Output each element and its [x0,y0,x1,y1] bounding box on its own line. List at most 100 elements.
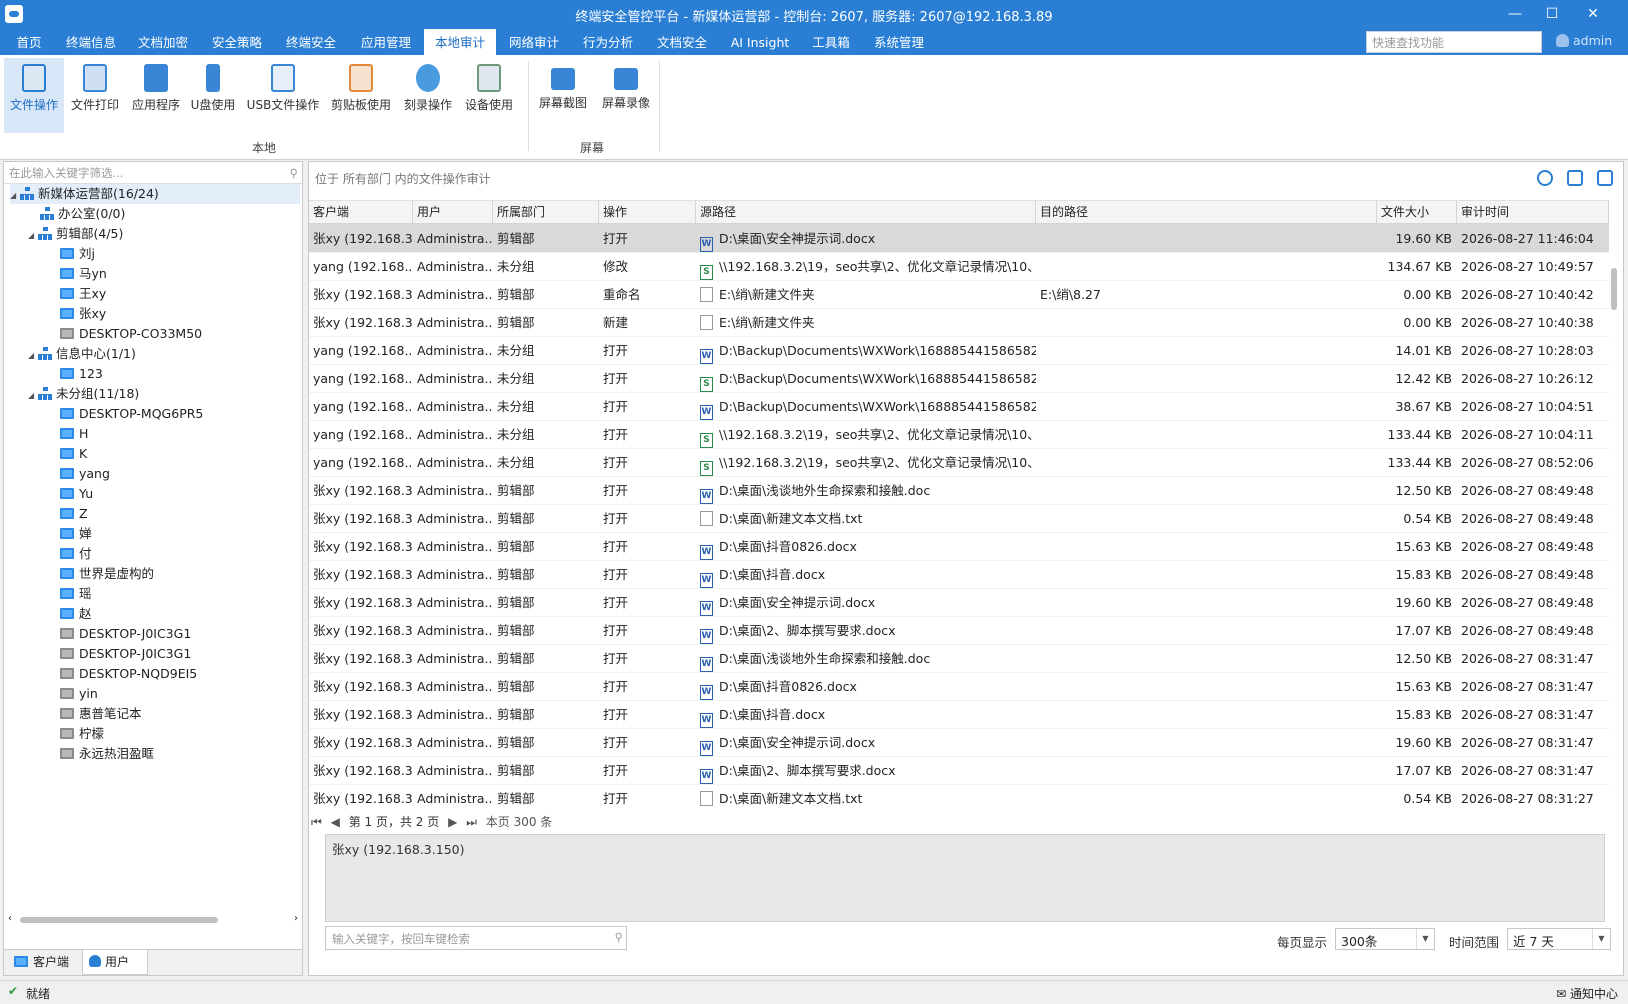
close-button[interactable]: ✕ [1578,4,1608,24]
tree-node-group[interactable]: ◢ 未分组(11/18) [28,384,139,404]
tree-node-computer[interactable]: yin [60,684,98,704]
table-row[interactable]: yang (192.168.... Administra... 未分组 打开 W D:\B… [309,336,1609,365]
tree-node-computer[interactable]: 婵 [60,524,92,544]
tree-node-computer[interactable]: 王xy [60,284,106,304]
notification-center-button[interactable]: ✉ 通知中心 [1556,985,1618,1002]
screenshot-button[interactable]: 屏幕截图 [533,58,593,133]
tree-horizontal-scrollbar[interactable]: ‹ › [6,913,300,927]
menu-item[interactable]: 终端信息 [60,29,122,55]
table-row[interactable]: 张xy (192.168.3... Administra... 剪辑部 打开 WD:\桌… [309,560,1609,589]
table-row[interactable]: 张xy (192.168.3... Administra... 剪辑部 打开 WD:\桌… [309,700,1609,729]
table-row[interactable]: 张xy (192.168.3... Administra... 剪辑部 打开 WD:\桌… [309,728,1609,757]
table-vertical-scrollbar[interactable] [1607,262,1621,811]
menu-item[interactable]: 首页 [4,29,54,55]
column-header[interactable]: 客户端 [309,201,413,224]
export-icon[interactable] [1567,170,1583,186]
device-usage-button[interactable]: 设备使用 [460,58,518,133]
time-range-select[interactable]: 近 7 天 ▼ [1507,928,1611,950]
table-row[interactable]: 张xy (192.168.3... Administra... 剪辑部 重命名 E:\绡… [309,280,1609,309]
expand-arrow-icon[interactable]: ◢ [28,386,38,406]
search-icon[interactable]: ⚲ [615,930,623,944]
table-row[interactable]: yang (192.168.... Administra... 未分组 打开 S D:\B… [309,364,1609,393]
search-icon[interactable]: ⚲ [290,166,298,180]
table-row[interactable]: 张xy (192.168.3... Administra... 剪辑部 打开 WD:\桌… [309,588,1609,617]
usb-drive-button[interactable]: U盘使用 [187,58,239,133]
file-operation-button[interactable]: 文件操作 [4,58,64,133]
first-page-button[interactable]: ⏮ [311,815,322,829]
table-row[interactable]: 张xy (192.168.3... Administra... 剪辑部 打开 D:\桌面… [309,784,1609,811]
menu-item[interactable]: 安全策略 [206,29,268,55]
tree-node-computer[interactable]: 赵 [60,604,92,624]
tree-node-group[interactable]: 办公室(0/0) [30,204,125,224]
tree-node-computer[interactable]: Z [60,504,88,524]
table-row[interactable]: 张xy (192.168.3... Administra... 剪辑部 打开 WD:\桌… [309,476,1609,505]
menu-item-local-audit[interactable]: 本地审计 [424,29,496,55]
tree-node-group[interactable]: ◢ 剪辑部(4/5) [28,224,123,244]
menu-item[interactable]: 行为分析 [577,29,639,55]
tree-node-computer[interactable]: 马yn [60,264,107,284]
expand-arrow-icon[interactable]: ◢ [28,346,38,366]
tree-node-computer[interactable]: 世界是虚构的 [60,564,154,584]
table-row[interactable]: yang (192.168.... Administra... 未分组 修改 S \\19… [309,252,1609,281]
tree-node-computer[interactable]: 付 [60,544,92,564]
next-page-button[interactable]: ▶ [448,815,457,829]
menu-item[interactable]: 工具箱 [805,29,857,55]
share-icon[interactable] [1597,170,1613,186]
table-row[interactable]: 张xy (192.168.3... Administra... 剪辑部 打开 WD:\桌… [309,672,1609,701]
column-header[interactable]: 文件大小 [1377,201,1457,224]
tree-node-computer[interactable]: DESKTOP-CO33M50 [60,324,202,344]
scroll-left-icon[interactable]: ‹ [8,913,12,924]
file-print-button[interactable]: 文件打印 [66,58,124,133]
tree-node-computer[interactable]: 刘j [60,244,95,264]
table-row[interactable]: yang (192.168.... Administra... 未分组 打开 S \\19… [309,448,1609,477]
table-row[interactable]: 张xy (192.168.3... Administra... 剪辑部 打开 WD:\桌… [309,756,1609,785]
menu-item[interactable]: 文档安全 [651,29,713,55]
tree-node-computer[interactable]: yang [60,464,110,484]
column-header[interactable]: 用户 [413,201,493,224]
tree-node-computer[interactable]: 张xy [60,304,106,324]
prev-page-button[interactable]: ◀ [331,815,340,829]
table-row[interactable]: 张xy (192.168.3... Administra... 剪辑部 打开 D:\桌面… [309,504,1609,533]
tree-node-computer[interactable]: K [60,444,87,464]
tree-node-computer[interactable]: 瑶 [60,584,92,604]
menu-item[interactable]: 文档加密 [132,29,194,55]
chevron-down-icon[interactable]: ▼ [1592,929,1610,949]
tree-node-computer[interactable]: 惠普笔记本 [60,704,142,724]
menu-item[interactable]: 网络审计 [503,29,565,55]
tab-clients[interactable]: 客户端 [8,950,78,975]
tree-node-group[interactable]: ◢ 信息中心(1/1) [28,344,136,364]
menu-item[interactable]: 终端安全 [280,29,342,55]
tree-node-root[interactable]: ◢ 新媒体运营部(16/24) [10,184,300,204]
table-row[interactable]: 张xy (192.168.3... Administra... 剪辑部 打开 WD:\桌… [309,644,1609,673]
column-header[interactable]: 源路径 [696,201,1036,224]
burn-operation-button[interactable]: 刻录操作 [399,58,457,133]
minimize-button[interactable]: — [1500,4,1530,24]
chevron-down-icon[interactable]: ▼ [1416,929,1434,949]
screen-recording-button[interactable]: 屏幕录像 [596,58,656,133]
per-page-select[interactable]: 300条 ▼ [1335,928,1435,950]
tree-node-computer[interactable]: 永远热泪盈眶 [60,744,154,764]
menu-item[interactable]: 系统管理 [866,29,932,55]
table-row[interactable]: 张xy (192.168.3... Administra... 剪辑部 新建 E:\绡\… [309,308,1609,337]
tree-node-computer[interactable]: 123 [60,364,103,384]
menu-item[interactable]: 应用管理 [355,29,417,55]
last-page-button[interactable]: ⏭ [466,815,477,829]
tree-node-computer[interactable]: 柠檬 [60,724,104,744]
column-header[interactable]: 所属部门 [493,201,599,224]
table-row[interactable]: yang (192.168.... Administra... 未分组 打开 S \\19… [309,420,1609,449]
scrollbar-thumb[interactable] [20,917,218,923]
tree-node-computer[interactable]: DESKTOP-J0IC3G1 [60,624,191,644]
menu-item[interactable]: AI Insight [724,29,796,55]
expand-arrow-icon[interactable]: ◢ [10,186,20,206]
tree-node-computer[interactable]: DESKTOP-MQG6PR5 [60,404,203,424]
usb-file-operation-button[interactable]: USB文件操作 [243,58,323,133]
user-menu[interactable]: admin [1556,33,1612,48]
column-header[interactable]: 审计时间 [1457,201,1609,224]
tree-node-computer[interactable]: H [60,424,88,444]
tree-node-computer[interactable]: DESKTOP-NQD9EI5 [60,664,197,684]
tree-node-computer[interactable]: Yu [60,484,93,504]
quick-search-input[interactable]: 快速查找功能 [1366,31,1542,53]
expand-arrow-icon[interactable]: ◢ [28,226,38,246]
scrollbar-thumb[interactable] [1611,268,1617,310]
tree-node-computer[interactable]: DESKTOP-J0IC3G1 [60,644,191,664]
